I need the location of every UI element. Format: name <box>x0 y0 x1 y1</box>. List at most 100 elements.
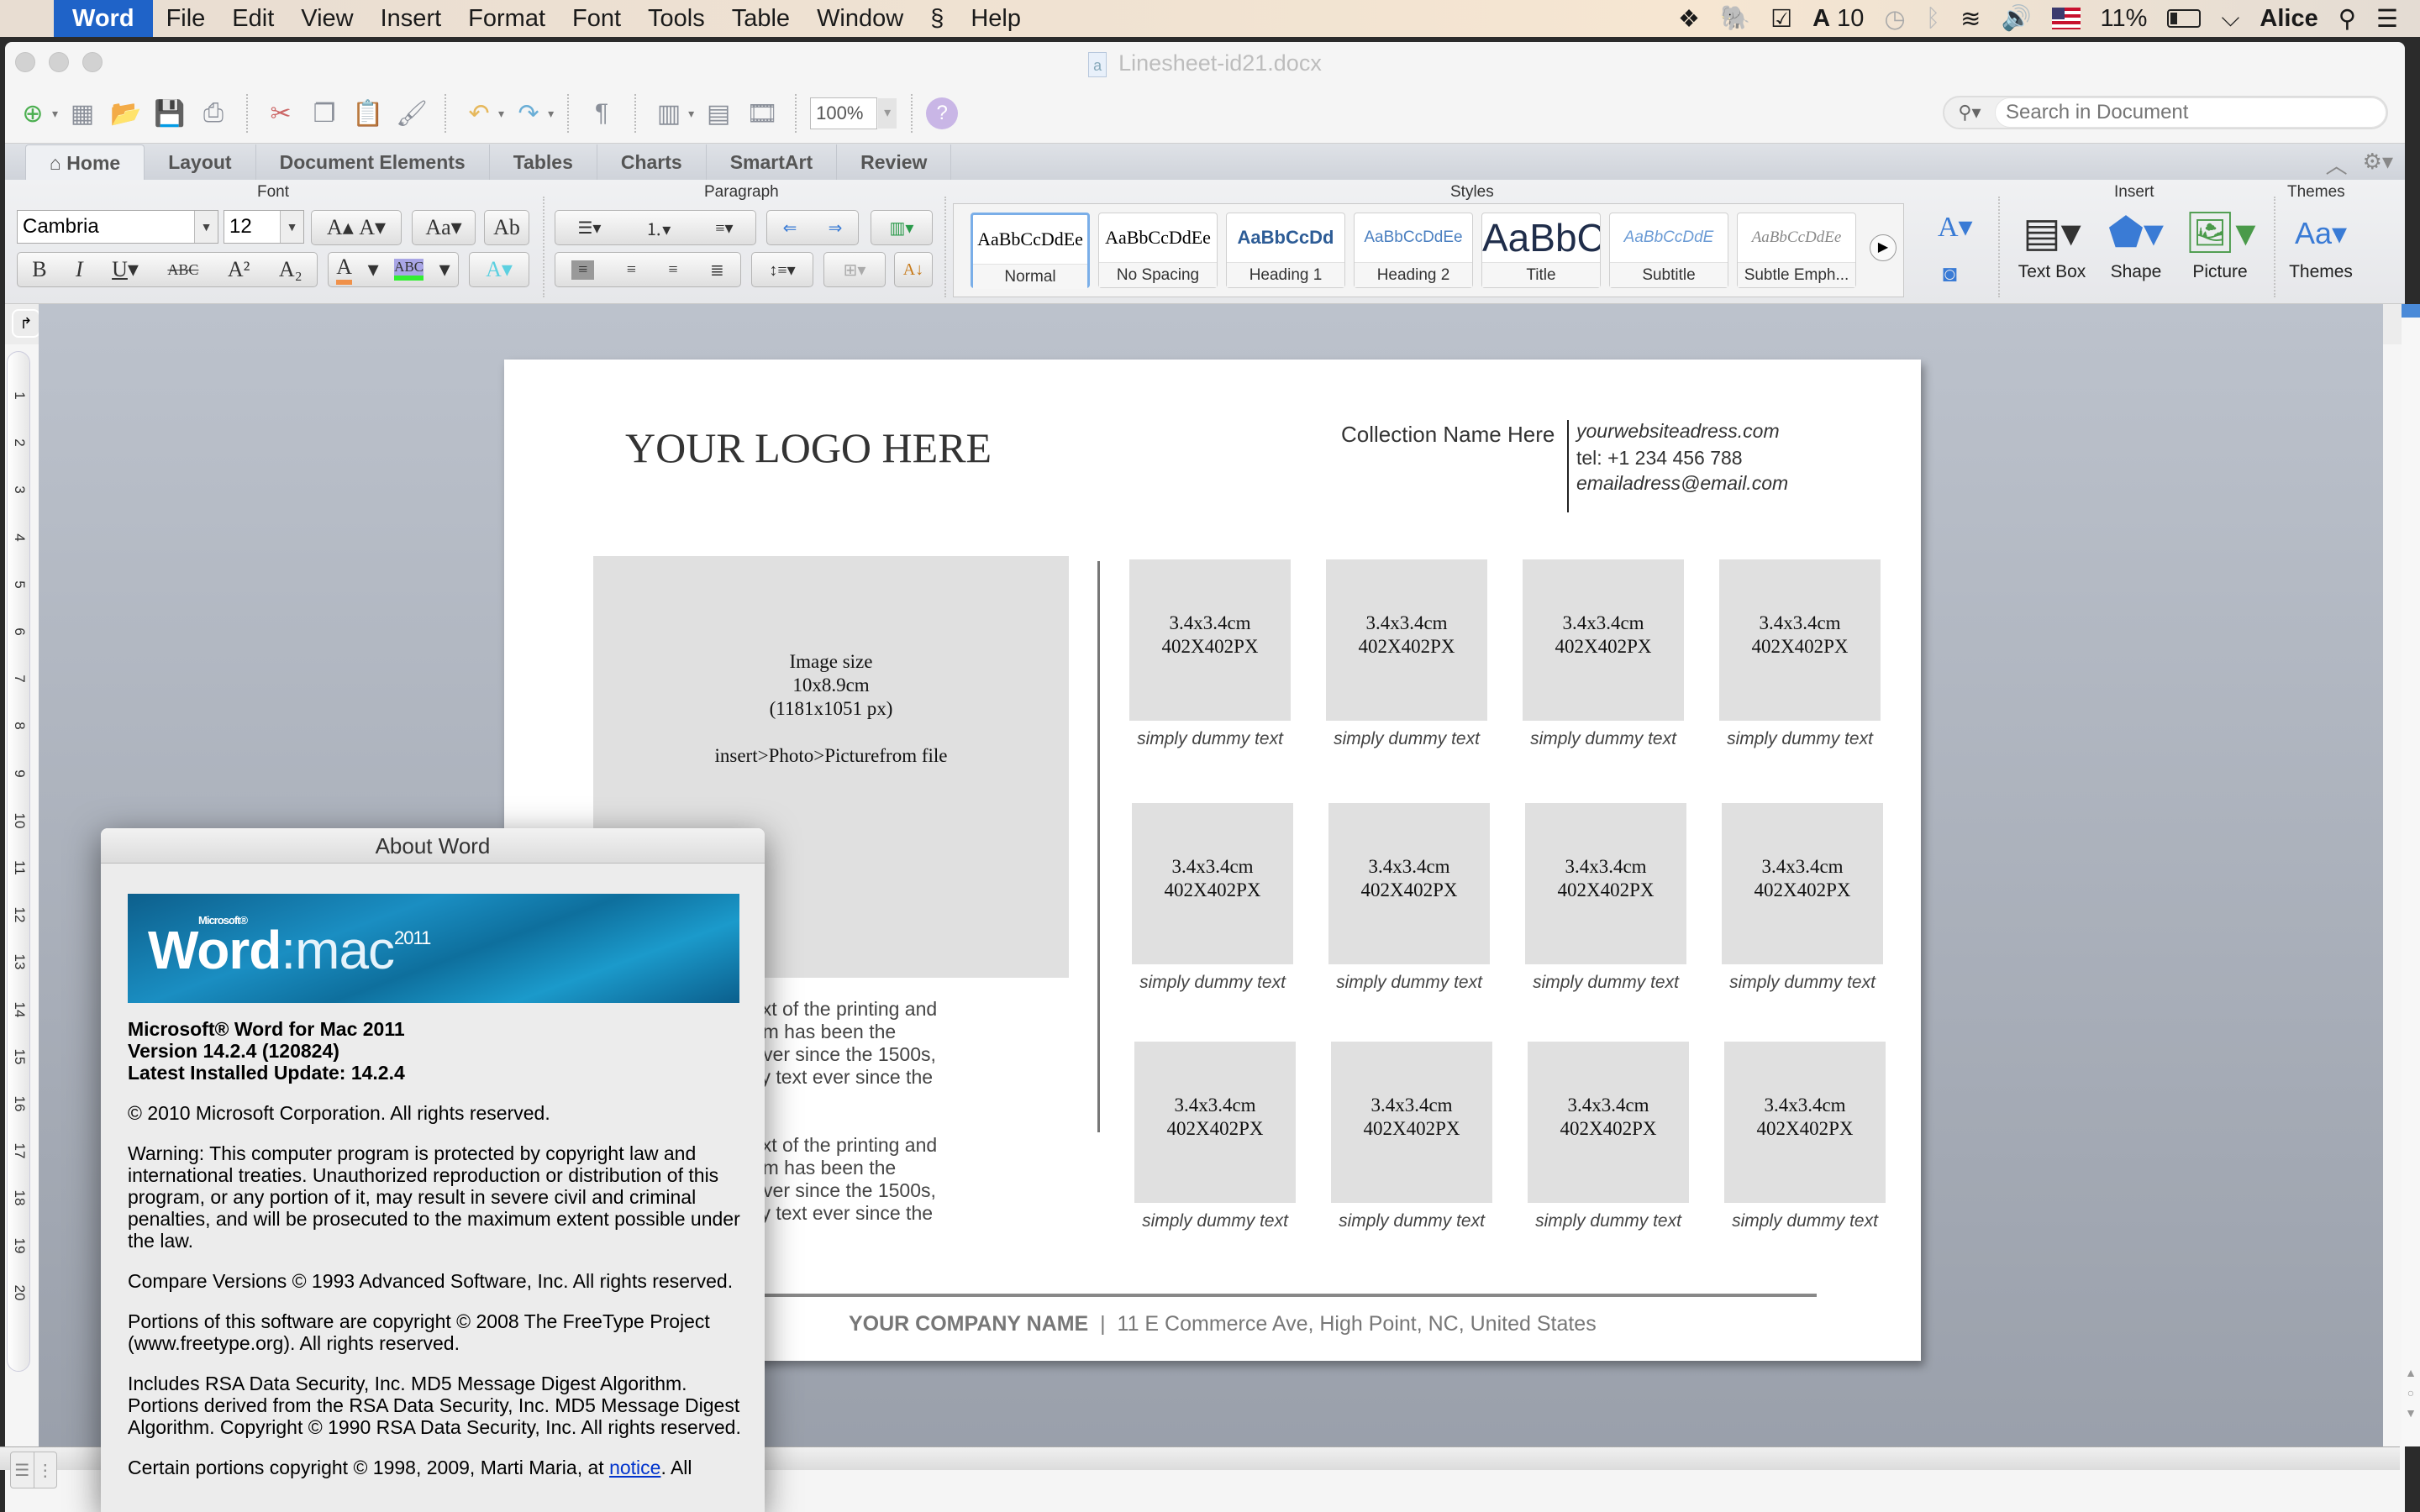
line-spacing-button[interactable]: ↕≡▾ <box>751 252 813 287</box>
menu-table[interactable]: Table <box>718 0 803 37</box>
redo-dropdown-icon[interactable]: ▾ <box>548 107 554 121</box>
spotlight-icon[interactable]: ⚲ <box>2338 4 2356 34</box>
gallery-icon[interactable]: ▤ <box>699 94 738 133</box>
font-color-icon[interactable]: A <box>336 255 353 285</box>
user-name[interactable]: Alice <box>2260 5 2317 33</box>
tab-tables[interactable]: Tables <box>490 144 597 180</box>
menu-font[interactable]: Font <box>559 0 634 37</box>
time-machine-icon[interactable]: ◷ <box>1884 4 1905 34</box>
checkmark-icon[interactable]: ☑ <box>1770 4 1792 34</box>
thumbnail-placeholder[interactable]: 3.4x3.4cm 402X402PX <box>1523 559 1684 721</box>
redo-icon[interactable]: ↷ <box>509 94 548 133</box>
outline-view-icon[interactable]: ⋮ <box>33 1452 57 1488</box>
menu-insert[interactable]: Insert <box>367 0 455 37</box>
tab-stop-selector[interactable]: ↱ <box>12 309 40 338</box>
thumbnail-placeholder[interactable]: 3.4x3.4cm 402X402PX <box>1528 1042 1689 1203</box>
style-heading-1[interactable]: AaBbCcDd Heading 1 <box>1226 213 1345 288</box>
evernote-icon[interactable]: 🐘 <box>1720 4 1750 33</box>
new-document-icon[interactable]: ⊕ <box>13 94 52 133</box>
thumbnail-placeholder[interactable]: 3.4x3.4cm 402X402PX <box>1331 1042 1492 1203</box>
clear-formatting-button[interactable]: Ab <box>484 210 529 245</box>
templates-icon[interactable]: ▦ <box>63 94 102 133</box>
thumbnail-placeholder[interactable]: 3.4x3.4cm 402X402PX <box>1132 803 1293 964</box>
browse-controls[interactable]: ▲ ○ ▼ <box>2402 1362 2420 1430</box>
thumbnail-placeholder[interactable]: 3.4x3.4cm 402X402PX <box>1134 1042 1296 1203</box>
menu-edit[interactable]: Edit <box>218 0 287 37</box>
themes-button[interactable]: Aa▾ Themes <box>2279 205 2363 282</box>
thumbnail-placeholder[interactable]: 3.4x3.4cm 402X402PX <box>1328 803 1490 964</box>
insert-shape-button[interactable]: ⬟▾ Shape <box>2094 205 2178 282</box>
vertical-ruler[interactable]: 1 2 3 4 5 6 7 8 9 10 11 12 13 14 15 16 17 18 19 20 <box>7 351 30 1372</box>
undo-icon[interactable]: ↶ <box>460 94 498 133</box>
styles-next-icon[interactable]: ▶ <box>1870 234 1897 261</box>
bluetooth-icon[interactable]: ᛒ <box>1926 5 1940 33</box>
strikethrough-icon[interactable]: ABC <box>167 261 198 279</box>
us-flag-icon[interactable] <box>2051 8 2081 29</box>
text-effects-button[interactable]: A▾ <box>469 252 529 287</box>
style-normal[interactable]: AaBbCcDdEe Normal <box>971 213 1090 289</box>
menu-tools[interactable]: Tools <box>634 0 718 37</box>
show-formatting-icon[interactable]: ¶ <box>582 94 621 133</box>
help-icon[interactable]: ? <box>926 97 959 129</box>
notice-link[interactable]: notice <box>609 1457 660 1478</box>
borders-button[interactable]: ⊞▾ <box>823 252 886 287</box>
new-dropdown-icon[interactable]: ▾ <box>52 107 58 121</box>
menu-file[interactable]: File <box>153 0 219 37</box>
tab-layout[interactable]: Layout <box>145 144 256 180</box>
numbering-icon[interactable]: ⒈▾ <box>645 216 671 240</box>
menu-format[interactable]: Format <box>455 0 559 37</box>
thumbnail-placeholder[interactable]: 3.4x3.4cm 402X402PX <box>1722 803 1883 964</box>
paste-icon[interactable]: 📋 <box>349 94 387 133</box>
subscript-icon[interactable]: A₂ <box>279 257 302 282</box>
styles-pane-icon[interactable]: ◙ <box>1943 260 1957 287</box>
sidebar-dropdown-icon[interactable]: ▾ <box>688 107 694 121</box>
decrease-indent-icon[interactable]: ⇐ <box>783 218 797 239</box>
bullets-icon[interactable]: ☰▾ <box>577 218 601 239</box>
menu-help[interactable]: Help <box>957 0 1034 37</box>
style-heading-2[interactable]: AaBbCcDdEe Heading 2 <box>1354 213 1473 288</box>
tab-review[interactable]: Review <box>837 144 952 180</box>
insert-text-box-button[interactable]: ▤▾ Text Box <box>2010 205 2094 282</box>
justify-icon[interactable]: ≣ <box>710 260 724 281</box>
increase-indent-icon[interactable]: ⇒ <box>829 218 843 239</box>
thumbnail-placeholder[interactable]: 3.4x3.4cm 402X402PX <box>1129 559 1291 721</box>
vertical-scrollbar[interactable]: ▲ ○ ▼ <box>2402 304 2420 1446</box>
battery-icon[interactable] <box>2167 9 2202 28</box>
thumbnail-placeholder[interactable]: 3.4x3.4cm 402X402PX <box>1326 559 1487 721</box>
multilevel-list-icon[interactable]: ≡▾ <box>715 218 733 239</box>
font-size-select[interactable]: 12 ▼ <box>224 210 304 244</box>
tab-home[interactable]: ⌂ Home <box>25 144 145 180</box>
volume-icon[interactable]: 🔊 <box>2001 4 2031 33</box>
format-painter-icon[interactable]: 🖌 <box>392 94 431 133</box>
cut-icon[interactable]: ✂ <box>261 94 300 133</box>
align-center-icon[interactable]: ≡ <box>627 260 636 280</box>
highlight-icon[interactable]: ABC <box>394 259 424 281</box>
script-menu-icon[interactable]: § <box>917 0 957 37</box>
adobe-icon[interactable]: A 10 <box>1812 5 1864 33</box>
menu-window[interactable]: Window <box>803 0 917 37</box>
copy-icon[interactable]: ❐ <box>305 94 344 133</box>
align-right-icon[interactable]: ≡ <box>668 260 677 280</box>
shrink-font-icon[interactable]: A▾ <box>359 215 386 240</box>
style-subtle-emphasis[interactable]: AaBbCcDdEe Subtle Emph... <box>1737 213 1856 288</box>
style-title[interactable]: AaBbC Title <box>1481 213 1601 288</box>
columns-button[interactable]: ▥▾ <box>871 210 933 245</box>
zoom-select[interactable]: 100% <box>810 97 897 129</box>
menu-app-word[interactable]: Word <box>54 0 153 37</box>
thumbnail-placeholder[interactable]: 3.4x3.4cm 402X402PX <box>1719 559 1881 721</box>
change-case-button[interactable]: Aa▾ <box>412 210 476 245</box>
open-icon[interactable]: 📂 <box>107 94 145 133</box>
italic-icon[interactable]: I <box>76 257 83 282</box>
tab-document-elements[interactable]: Document Elements <box>256 144 490 180</box>
sort-button[interactable]: A↓ <box>894 252 933 287</box>
bold-icon[interactable]: B <box>32 257 46 282</box>
font-name-select[interactable]: Cambria ▼ <box>17 210 218 244</box>
style-no-spacing[interactable]: AaBbCcDdEe No Spacing <box>1098 213 1218 288</box>
dropbox-icon[interactable]: ❖ <box>1678 4 1700 34</box>
style-subtitle[interactable]: AaBbCcDdE Subtitle <box>1609 213 1728 288</box>
search-icon[interactable]: ⚲▾ <box>1944 102 1995 123</box>
save-icon[interactable]: 💾 <box>150 94 189 133</box>
superscript-icon[interactable]: A² <box>228 257 250 282</box>
collapse-ribbon-icon[interactable]: ︿ <box>2326 149 2348 180</box>
ribbon-settings-icon[interactable]: ⚙▾ <box>2363 149 2393 180</box>
